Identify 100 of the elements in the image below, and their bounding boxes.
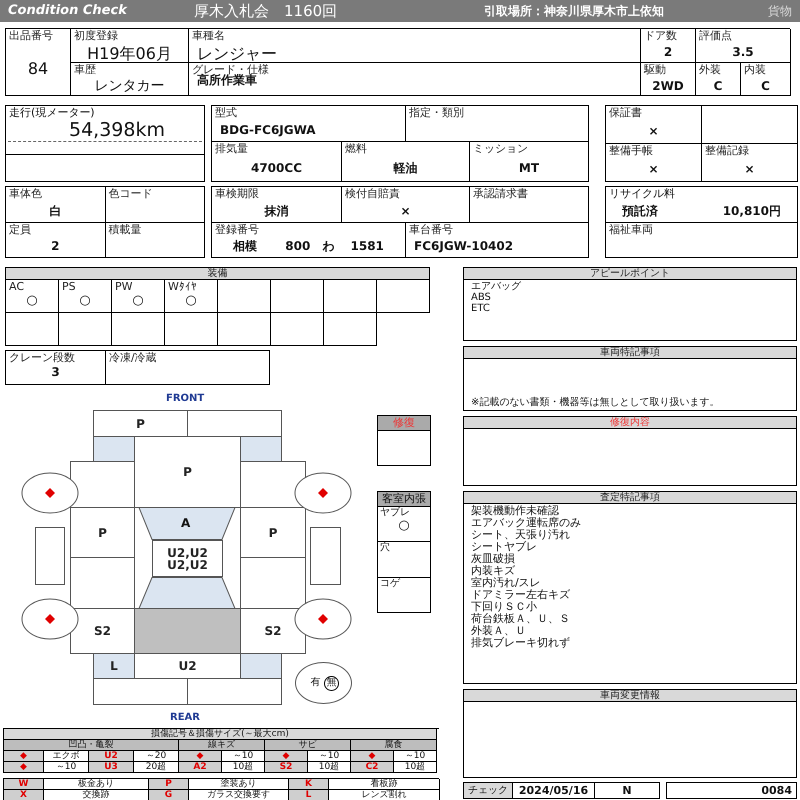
field-label: 走行(現メーター) bbox=[8, 106, 95, 119]
field-label: 燃料 bbox=[344, 142, 367, 155]
field-label: 整備手帳 bbox=[608, 144, 653, 157]
field-value: 白 bbox=[49, 202, 62, 220]
field-label: 評価点 bbox=[698, 29, 732, 42]
field-value: 2 bbox=[51, 238, 60, 256]
damage-code: P bbox=[98, 526, 107, 538]
field-value: 3 bbox=[51, 364, 60, 381]
damage-code: U2 bbox=[178, 660, 197, 672]
field-label: 検付自賠責 bbox=[344, 187, 400, 200]
damage-size: ～10 bbox=[308, 751, 351, 762]
damage-symbol: ◆ bbox=[4, 762, 44, 773]
mirror-panel bbox=[35, 527, 65, 585]
repair-title: 修復 bbox=[378, 416, 430, 431]
check-number: 0084 bbox=[666, 782, 797, 799]
field-label: PW bbox=[114, 280, 133, 293]
field-value: H19年06月 bbox=[87, 43, 172, 64]
field-label: 車検期限 bbox=[214, 187, 259, 200]
field-value: 預託済 bbox=[622, 202, 658, 220]
field-value: 高所作業車 bbox=[197, 72, 257, 88]
damage-size: 10超 bbox=[394, 762, 437, 773]
note-line: 内装キズ bbox=[471, 565, 516, 577]
note-line: 排気ブレーキ切れず bbox=[471, 637, 571, 649]
field-value: 2WD bbox=[652, 78, 684, 94]
damage-symbol: G bbox=[149, 790, 189, 800]
field-label: 車歴 bbox=[73, 63, 96, 76]
field-label: クレーン段数 bbox=[8, 351, 75, 364]
damage-symbol: U3 bbox=[89, 762, 134, 773]
damage-symbol: ◆ bbox=[265, 751, 308, 762]
note-line: エアバック運転席のみ bbox=[471, 517, 582, 529]
panel-title: 車両特記事項 bbox=[464, 347, 796, 359]
damage-meaning: 看板跡 bbox=[329, 779, 440, 790]
field-label: 排気量 bbox=[214, 142, 248, 155]
field-label: 保証書 bbox=[608, 106, 642, 119]
damage-symbol: ◆ bbox=[4, 751, 44, 762]
damage-code: P bbox=[268, 526, 278, 538]
field-label: 車体色 bbox=[8, 187, 42, 200]
field-value: ○ bbox=[398, 518, 410, 534]
table-cell bbox=[271, 280, 324, 313]
field-value: × bbox=[648, 161, 659, 178]
field-label: 駆動 bbox=[642, 63, 666, 76]
check-label: チェック bbox=[463, 782, 513, 799]
field-value: 相模 800 わ 1581 bbox=[233, 238, 384, 256]
note-line: ETC bbox=[471, 303, 491, 314]
rear-label: REAR bbox=[170, 711, 200, 725]
table-cell bbox=[218, 313, 271, 346]
panel-title: アピールポイント bbox=[464, 268, 796, 280]
field-value: ○ bbox=[132, 292, 144, 310]
note-line: ドアミラー左右キズ bbox=[471, 589, 571, 601]
mirror-panel bbox=[310, 527, 341, 585]
vehicle-category: 貨物 bbox=[768, 3, 792, 20]
spare-option: 有 bbox=[308, 676, 323, 690]
field-label: 外装 bbox=[698, 63, 721, 76]
spare-option: 無 bbox=[324, 676, 339, 690]
panel-title: 査定特記事項 bbox=[464, 492, 796, 504]
note-line: 灰皿破損 bbox=[471, 553, 516, 565]
damage-size: 10超 bbox=[308, 762, 351, 773]
field-value: BDG-FC6JGWA bbox=[220, 122, 316, 139]
damage-symbol: P bbox=[149, 779, 189, 790]
field-label: 車台番号 bbox=[408, 222, 453, 236]
damage-symbol: U2 bbox=[89, 751, 134, 762]
damage-code: U2,U2 U2,U2 bbox=[167, 546, 208, 570]
field-label: 登録番号 bbox=[214, 222, 259, 236]
field-label: 積載量 bbox=[108, 222, 142, 236]
damage-symbol: K bbox=[289, 779, 329, 790]
damage-size: エクボ bbox=[44, 751, 89, 762]
damage-symbol: ◆ bbox=[351, 751, 394, 762]
field-label: 色コード bbox=[108, 187, 152, 200]
field-label: ドア数 bbox=[643, 29, 677, 42]
field-value: C bbox=[761, 78, 770, 94]
damage-size: 10超 bbox=[222, 762, 265, 773]
damage-symbol: S2 bbox=[265, 762, 308, 773]
section-title: 装備 bbox=[6, 268, 430, 280]
damage-symbol: C2 bbox=[351, 762, 394, 773]
mileage-value: 54,398km bbox=[68, 119, 165, 141]
note-line: 架装機動作未確認 bbox=[471, 505, 560, 517]
front-label: FRONT bbox=[166, 392, 204, 406]
damage-code: L bbox=[110, 660, 118, 672]
auction-name: 厚木入札会 1160回 bbox=[194, 0, 338, 22]
field-value: MT bbox=[518, 160, 540, 177]
damage-size: ～10 bbox=[222, 751, 265, 762]
field-label: 整備記録 bbox=[704, 144, 749, 157]
legend-group: 凹凸・亀裂 bbox=[4, 740, 179, 751]
damage-code: P bbox=[136, 418, 145, 430]
field-value: 抹消 bbox=[264, 202, 288, 220]
damage-code: A bbox=[181, 517, 190, 529]
table-cell bbox=[324, 280, 377, 313]
damage-size: ～20 bbox=[134, 751, 179, 762]
field-value: 10,810円 bbox=[722, 202, 781, 220]
field-value: C bbox=[714, 78, 722, 94]
field-value: × bbox=[400, 202, 411, 220]
field-label: ミッション bbox=[472, 142, 528, 155]
legend-title: 損傷記号＆損傷サイズ(～最大cm) bbox=[4, 729, 437, 740]
field-label: 型式 bbox=[214, 106, 237, 119]
field-value: ○ bbox=[79, 292, 91, 310]
field-label: 初度登録 bbox=[73, 29, 118, 42]
note-line: 下回りＳＣ小 bbox=[471, 601, 538, 613]
legend-group: 線キズ bbox=[179, 740, 265, 751]
note-line: 外装Ａ、Ｕ bbox=[471, 625, 527, 637]
damage-code: S2 bbox=[264, 625, 282, 637]
